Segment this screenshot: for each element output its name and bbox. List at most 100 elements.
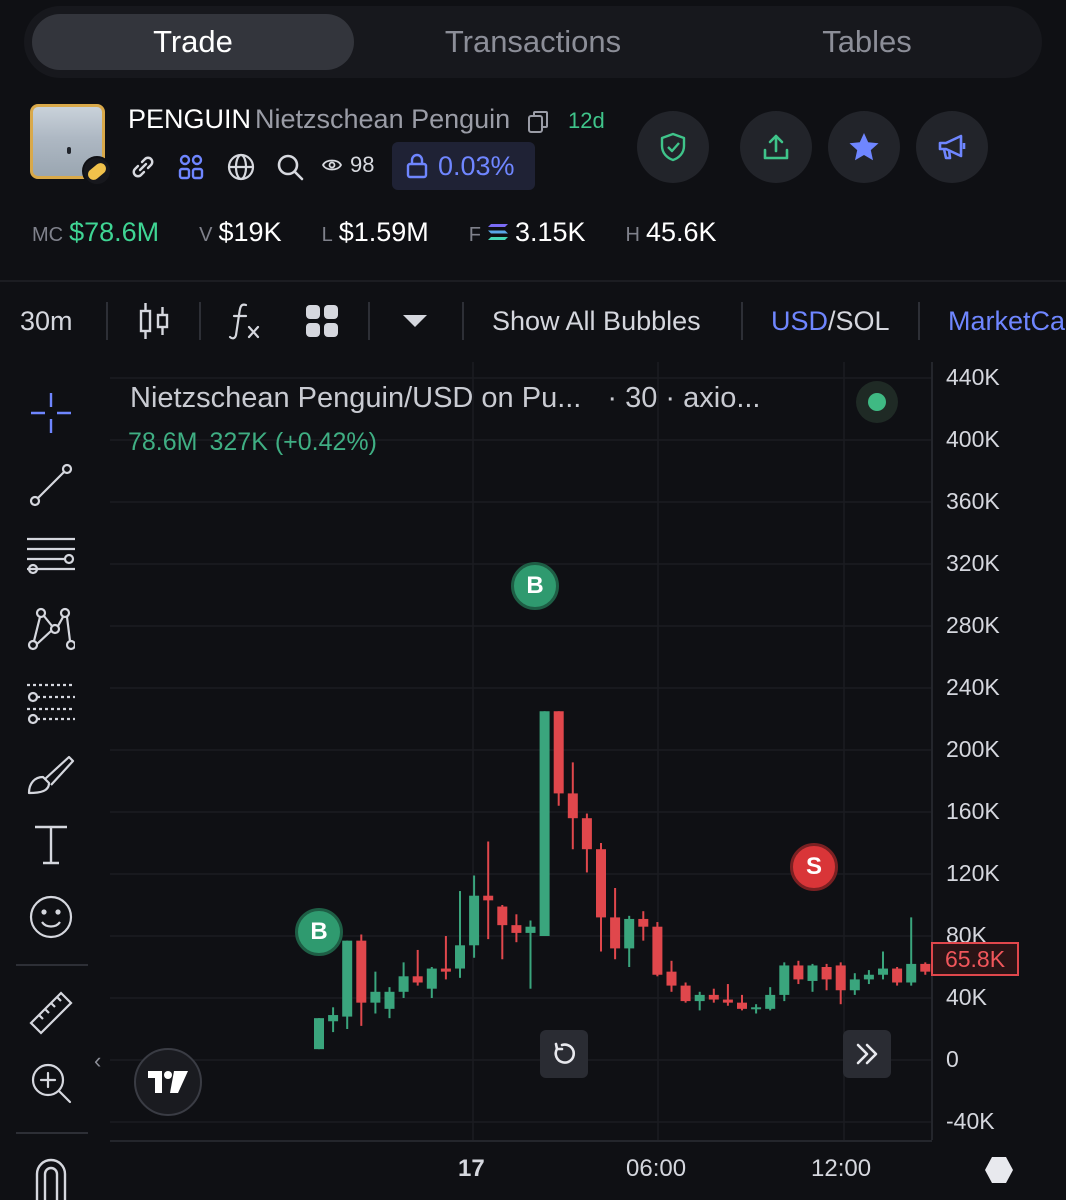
candle-body	[511, 925, 522, 933]
candle	[455, 891, 465, 978]
indicators-button[interactable]	[228, 290, 264, 352]
pattern-tool[interactable]	[22, 600, 80, 658]
candle	[878, 951, 888, 980]
chart-interval-source: · 30 · axio...	[607, 382, 761, 414]
trendline-icon	[29, 463, 73, 507]
megaphone-icon	[938, 134, 966, 160]
pill-icon	[82, 156, 112, 186]
candle-body	[440, 968, 451, 972]
buy-bubble[interactable]: B	[511, 562, 559, 610]
grid-icon	[306, 305, 338, 337]
candle	[666, 960, 677, 992]
candle-body	[835, 965, 846, 991]
chart-type-button[interactable]	[138, 290, 170, 352]
fib-tool[interactable]	[22, 672, 80, 730]
candle-body	[652, 926, 663, 975]
chart-title: Nietzschean Penguin/USD on Pu... · 30 · a…	[130, 382, 761, 415]
text-tool[interactable]	[22, 816, 80, 874]
interval-selector[interactable]: 30m	[20, 290, 73, 352]
time-tick: 17	[458, 1155, 485, 1182]
chart-toolbar: 30m Show All Bubbles USD/SOL MarketCa	[0, 290, 1066, 352]
trendline-tool[interactable]	[22, 456, 80, 514]
stat-volume: V $19K	[199, 217, 281, 248]
tab-bar: Trade Transactions Tables	[24, 6, 1042, 78]
price-tick: 280K	[946, 612, 1000, 638]
globe-icon[interactable]	[226, 152, 256, 182]
candle-body	[624, 918, 635, 949]
candle	[722, 984, 733, 1006]
emoji-tool[interactable]	[22, 888, 80, 946]
time-tick: 12:00	[811, 1155, 872, 1182]
currency-usd: USD	[771, 305, 829, 336]
tradingview-icon	[148, 1071, 188, 1093]
tools-divider	[16, 1132, 88, 1134]
favorite-button[interactable]	[828, 111, 900, 183]
copy-icon[interactable]	[527, 110, 549, 134]
candle	[779, 962, 790, 1002]
smiley-icon	[29, 895, 73, 939]
candle	[567, 762, 578, 850]
candle	[751, 1004, 762, 1014]
candle	[497, 905, 508, 960]
security-button[interactable]	[637, 111, 709, 183]
tradingview-logo[interactable]	[134, 1048, 202, 1116]
magnet-tool[interactable]	[22, 1152, 80, 1200]
candle-body	[356, 940, 367, 1003]
reset-chart-button[interactable]	[540, 1030, 588, 1078]
text-icon	[35, 825, 67, 865]
link-icon[interactable]	[128, 152, 158, 182]
stat-fees: F 3.15K	[469, 217, 586, 248]
price-tick: 360K	[946, 488, 1000, 514]
stat-label: L	[321, 223, 333, 246]
show-bubbles-toggle[interactable]: Show All Bubbles	[492, 290, 701, 352]
solana-icon	[487, 223, 508, 240]
price-tick: 120K	[946, 860, 1000, 886]
ruler-icon	[29, 991, 73, 1035]
collapse-toolbar-icon[interactable]: ‹	[94, 1048, 101, 1074]
crosshair-tool[interactable]	[22, 384, 80, 442]
price-tick: 0	[946, 1046, 959, 1072]
currency-toggle[interactable]: USD/SOL	[771, 290, 890, 352]
fib-levels-icon	[27, 683, 75, 725]
magnet-icon	[35, 1158, 67, 1200]
star-icon	[849, 133, 879, 161]
toolbar-separator	[462, 302, 464, 340]
tab-tables[interactable]: Tables	[706, 14, 1028, 70]
ohlc-legend: 78.6M 327K (+0.42%)	[128, 428, 377, 457]
tab-transactions[interactable]: Transactions	[372, 14, 694, 70]
brush-tool[interactable]	[22, 744, 80, 802]
search-icon[interactable]	[275, 152, 305, 182]
candle	[342, 940, 353, 1029]
candle-body	[328, 1015, 339, 1022]
settings-hex-icon[interactable]	[984, 1155, 1014, 1185]
zoom-tool[interactable]	[22, 1054, 80, 1112]
stat-value: $19K	[218, 216, 282, 247]
toolbar-separator	[199, 302, 201, 340]
share-button[interactable]	[740, 111, 812, 183]
candle	[525, 920, 536, 989]
price-chart[interactable]	[110, 362, 932, 1140]
toolbar-separator	[368, 302, 370, 340]
holders-icon[interactable]	[176, 152, 206, 182]
candle	[511, 914, 522, 943]
buy-bubble[interactable]: B	[295, 908, 343, 956]
scroll-to-latest-button[interactable]	[843, 1030, 891, 1078]
more-dropdown[interactable]	[402, 290, 428, 352]
candle	[624, 915, 635, 967]
marketcap-toggle[interactable]: MarketCa	[948, 290, 1066, 352]
ohlc-change: 327K (+0.42%)	[209, 428, 377, 456]
announce-button[interactable]	[916, 111, 988, 183]
price-tick: 400K	[946, 426, 1000, 452]
horizontal-lines-tool[interactable]	[22, 528, 80, 586]
lock-percentage[interactable]: 0.03%	[392, 142, 535, 190]
ruler-tool[interactable]	[22, 984, 80, 1042]
candle	[708, 988, 719, 1003]
candle	[483, 841, 494, 940]
candle	[328, 1007, 339, 1033]
candle	[906, 917, 917, 986]
candle	[920, 962, 931, 975]
layout-button[interactable]	[304, 290, 340, 352]
sell-bubble[interactable]: S	[790, 843, 838, 891]
tab-trade[interactable]: Trade	[32, 14, 354, 70]
stat-label: MC	[32, 223, 64, 246]
